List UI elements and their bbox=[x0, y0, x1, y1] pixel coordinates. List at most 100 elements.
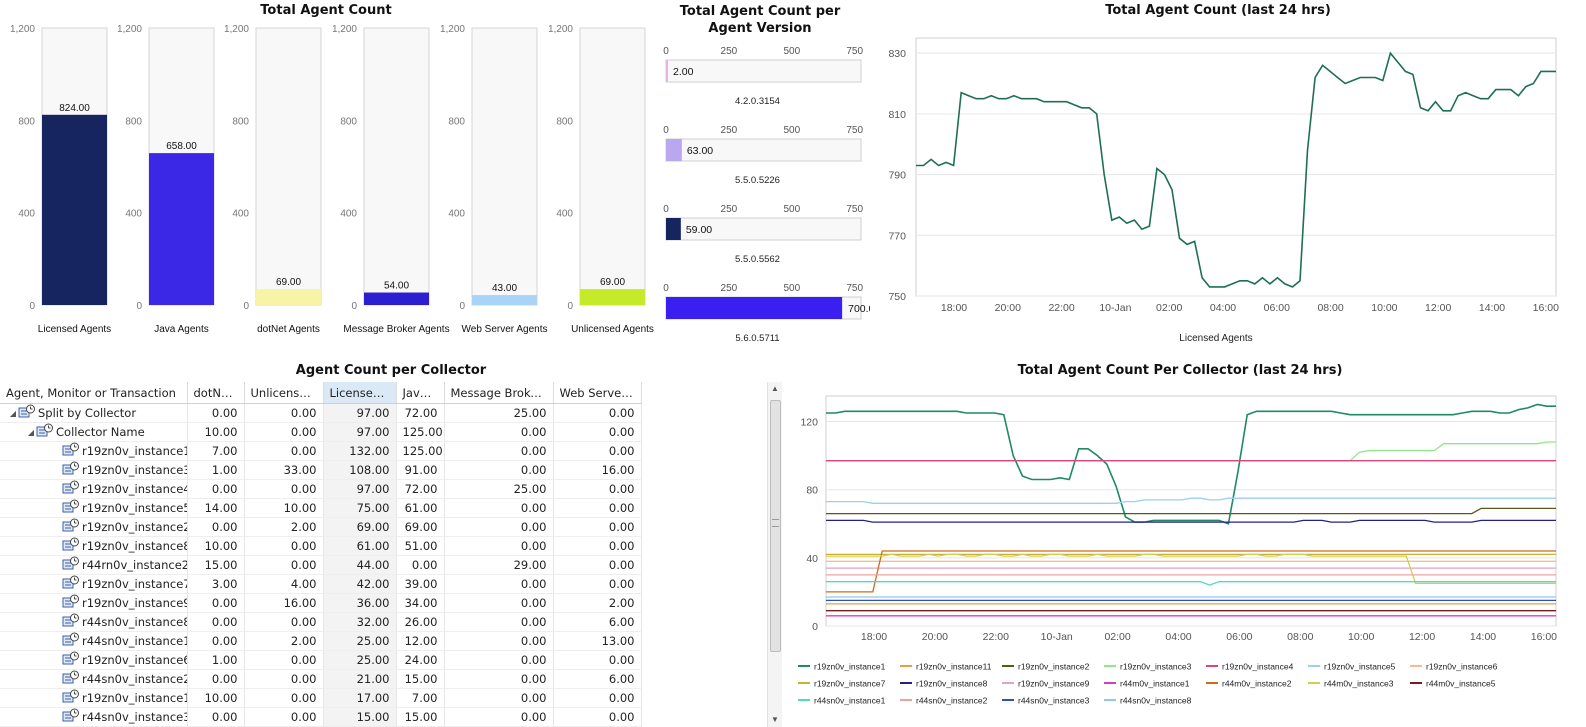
collector-node-icon bbox=[18, 404, 36, 422]
table-row[interactable]: r19zn0v_instance5 14.00 10.00 75.00 61.00 0.0… bbox=[0, 498, 642, 518]
x-tick-label: 250 bbox=[721, 46, 738, 57]
x-tick-label: 22:00 bbox=[983, 631, 1009, 643]
y-tick-label: 790 bbox=[888, 170, 906, 182]
table-row[interactable]: r19zn0v_instance6 1.00 0.00 25.00 24.00 0.00 0… bbox=[0, 650, 642, 670]
table-cell: 0.00 bbox=[244, 441, 324, 461]
table-cell: 1.00 bbox=[187, 460, 245, 480]
legend-label: r19zn0v_instance3 bbox=[1120, 662, 1192, 672]
table-cell: 16.00 bbox=[244, 593, 324, 613]
y-tick-label: 0 bbox=[459, 301, 465, 312]
bar-value-label: 824.00 bbox=[59, 103, 90, 114]
row-name-label: r44sn0v_instance8 bbox=[82, 615, 187, 629]
table-cell: 0.00 bbox=[187, 593, 245, 613]
table-cell: 0.00 bbox=[444, 669, 554, 689]
table-row[interactable]: r44sn0v_instance1 0.00 2.00 25.00 12.00 0.00 1… bbox=[0, 631, 642, 651]
table-cell: 2.00 bbox=[553, 593, 642, 613]
row-name-label: r19zn0v_instance4 bbox=[82, 482, 187, 496]
scroll-thumb[interactable] bbox=[770, 400, 781, 652]
legend-label: r19zn0v_instance7 bbox=[814, 679, 886, 689]
column-header[interactable]: Unlicensed... bbox=[244, 382, 324, 404]
table-cell: 0.00 bbox=[553, 422, 642, 442]
table-cell: 97.00 bbox=[323, 479, 397, 499]
bar-track bbox=[579, 27, 646, 306]
table-cell: 32.00 bbox=[323, 612, 397, 632]
table-row[interactable]: r19zn0v_instance1 7.00 0.00 132.00 125.00 0.0… bbox=[0, 441, 642, 461]
table-row[interactable]: r44sn0v_instance3 0.00 0.00 15.00 15.00 0.00 0… bbox=[0, 707, 642, 727]
column-header[interactable]: Web Server ... bbox=[553, 382, 642, 404]
collector-node-icon bbox=[62, 480, 80, 498]
y-tick-label: 800 bbox=[232, 116, 249, 127]
arrow-up-icon[interactable]: ▲ bbox=[768, 382, 782, 396]
tree-expander-icon[interactable]: ◢ bbox=[8, 409, 18, 418]
table-row[interactable]: r19zn0v_instance9 0.00 16.00 36.00 34.00 0.00… bbox=[0, 593, 642, 613]
plot-area bbox=[915, 37, 1557, 297]
row-name-cell: r19zn0v_instance11 bbox=[0, 688, 188, 708]
table-row[interactable]: r19zn0v_instance11 10.00 0.00 17.00 7.00 0.00… bbox=[0, 688, 642, 708]
bar-track bbox=[665, 59, 862, 83]
grid-vertical-scrollbar[interactable]: ▲ ▼ bbox=[767, 382, 782, 727]
plot-area bbox=[825, 395, 1557, 627]
table-cell: 39.00 bbox=[396, 574, 445, 594]
table-cell: 42.00 bbox=[323, 574, 397, 594]
x-tick-label: 18:00 bbox=[861, 631, 887, 643]
x-tick-label: 250 bbox=[721, 283, 738, 294]
y-tick-label: 800 bbox=[125, 116, 142, 127]
column-header[interactable]: dotNet... bbox=[187, 382, 245, 404]
bar-track bbox=[471, 27, 538, 306]
x-tick-label: 0 bbox=[663, 46, 669, 57]
collector-node-icon bbox=[62, 594, 80, 612]
row-name-cell: r44sn0v_instance2 bbox=[0, 669, 188, 689]
table-row[interactable]: r19zn0v_instance3 1.00 33.00 108.00 91.00 0.0… bbox=[0, 460, 642, 480]
table-cell: 97.00 bbox=[323, 422, 397, 442]
column-header[interactable]: Java ... bbox=[396, 382, 445, 404]
column-header[interactable]: Licensed ... bbox=[323, 382, 397, 404]
y-tick-label: 800 bbox=[556, 116, 573, 127]
table-cell: 0.00 bbox=[244, 707, 324, 727]
x-tick-label: 500 bbox=[783, 204, 800, 215]
row-name-cell: r19zn0v_instance5 bbox=[0, 498, 188, 518]
legend-label: r19zn0v_instance5 bbox=[1324, 662, 1396, 672]
bar-value-label: 63.00 bbox=[687, 145, 713, 157]
bar bbox=[666, 218, 681, 240]
collector-node-icon bbox=[62, 556, 80, 574]
table-cell: 33.00 bbox=[244, 460, 324, 480]
arrow-down-icon[interactable]: ▼ bbox=[768, 713, 782, 727]
table-cell: 36.00 bbox=[323, 593, 397, 613]
collector-node-icon bbox=[62, 442, 80, 460]
column-header[interactable]: Message Broker ... bbox=[444, 382, 554, 404]
x-tick-label: 08:00 bbox=[1287, 631, 1313, 643]
table-row[interactable]: r19zn0v_instance7 3.00 4.00 42.00 39.00 0.00 0… bbox=[0, 574, 642, 594]
table-cell: 91.00 bbox=[396, 460, 445, 480]
row-name-label: r19zn0v_instance11 bbox=[82, 691, 187, 705]
table-cell: 0.00 bbox=[444, 593, 554, 613]
table-row[interactable]: r19zn0v_instance8 10.00 0.00 61.00 51.00 0.00… bbox=[0, 536, 642, 556]
y-tick-label: 830 bbox=[888, 48, 906, 60]
tree-expander-icon[interactable]: ◢ bbox=[26, 428, 36, 437]
table-row[interactable]: r44sn0v_instance8 0.00 0.00 32.00 26.00 0.00 6… bbox=[0, 612, 642, 632]
bar-value-label: 700.00 bbox=[848, 303, 870, 315]
table-row[interactable]: r44sn0v_instance2 0.00 0.00 21.00 15.00 0.00 6… bbox=[0, 669, 642, 689]
collector-node-icon bbox=[62, 518, 80, 536]
row-name-cell: ◢ Split by Collector bbox=[0, 403, 188, 423]
bar-track bbox=[255, 27, 322, 306]
y-tick-label: 40 bbox=[806, 553, 818, 565]
table-row[interactable]: ◢ Split by Collector 0.00 0.00 97.00 72.00 25.… bbox=[0, 403, 642, 423]
collector-node-icon bbox=[62, 613, 80, 631]
table-cell: 125.00 bbox=[396, 441, 445, 461]
bar-value-label: 658.00 bbox=[166, 141, 197, 152]
last24-line-chart: 830 810 790 770 750 18:00 20:00 22:00 10-Jan 02:0… bbox=[888, 37, 1559, 344]
table-cell: 0.00 bbox=[244, 536, 324, 556]
bar bbox=[42, 114, 107, 305]
table-cell: 0.00 bbox=[444, 498, 554, 518]
table-row[interactable]: r44rn0v_instance2 15.00 0.00 44.00 0.00 29.00… bbox=[0, 555, 642, 575]
bar-category-label: 5.5.0.5562 bbox=[735, 254, 780, 265]
column-header[interactable]: Agent, Monitor or Transaction bbox=[0, 382, 188, 404]
collector-node-icon bbox=[62, 499, 80, 517]
table-cell: 61.00 bbox=[396, 498, 445, 518]
table-row[interactable]: ◢ Collector Name 10.00 0.00 97.00 125.00 0.00 0… bbox=[0, 422, 642, 442]
table-cell: 0.00 bbox=[187, 707, 245, 727]
table-row[interactable]: r19zn0v_instance2 0.00 2.00 69.00 69.00 0.00 0… bbox=[0, 517, 642, 537]
table-row[interactable]: r19zn0v_instance4 0.00 0.00 97.00 72.00 25.00… bbox=[0, 479, 642, 499]
per-collector-table-title: Agent Count per Collector bbox=[295, 363, 487, 378]
table-cell: 17.00 bbox=[323, 688, 397, 708]
